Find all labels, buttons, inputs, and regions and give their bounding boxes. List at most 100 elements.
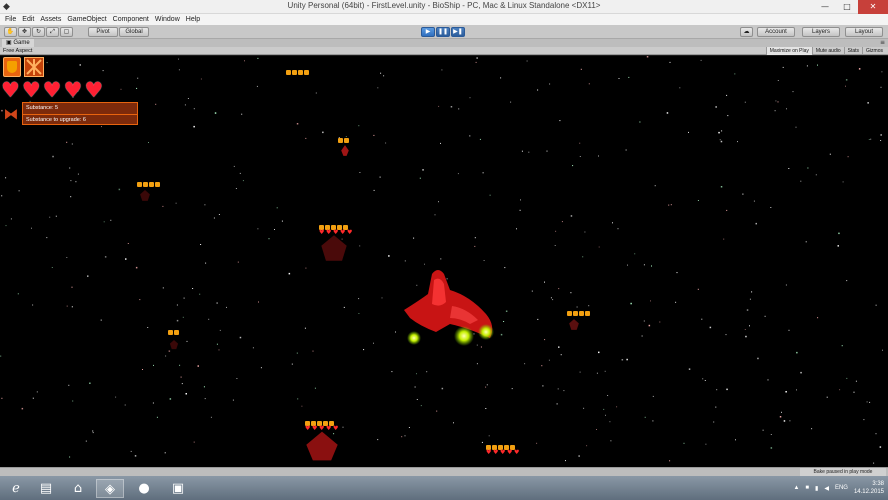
- firefox-icon[interactable]: ●: [130, 479, 158, 498]
- star: [764, 315, 766, 317]
- star: [746, 309, 749, 311]
- file-explorer-icon[interactable]: ▤: [32, 479, 60, 498]
- hand-tool-icon[interactable]: ✋: [4, 27, 17, 37]
- star: [256, 85, 258, 87]
- star: [725, 334, 727, 336]
- star: [866, 401, 868, 403]
- account-dropdown[interactable]: Account: [757, 27, 795, 37]
- home-icon[interactable]: ⌂: [64, 479, 92, 498]
- star: [162, 205, 164, 207]
- play-button[interactable]: ▶: [421, 27, 435, 37]
- menu-assets[interactable]: Assets: [37, 14, 64, 25]
- star: [10, 218, 12, 220]
- tray-arrow-icon[interactable]: ▲: [790, 485, 802, 491]
- star: [749, 325, 750, 327]
- star: [650, 300, 651, 302]
- star: [314, 387, 316, 389]
- star: [176, 319, 179, 322]
- star: [68, 384, 70, 386]
- minimize-button[interactable]: —: [814, 0, 836, 14]
- game-view-toolbar: Free Aspect Maximize on Play Mute audio …: [0, 47, 888, 55]
- game-tab-row: ▣ Game ≡: [0, 39, 888, 47]
- internet-explorer-icon[interactable]: ℯ: [2, 479, 30, 498]
- star: [586, 445, 588, 447]
- star: [118, 188, 121, 191]
- star: [373, 189, 375, 191]
- star: [199, 293, 201, 295]
- move-tool-icon[interactable]: ✥: [18, 27, 31, 37]
- star: [1, 397, 3, 399]
- star: [605, 414, 606, 416]
- gizmos-dropdown[interactable]: Gizmos: [862, 47, 886, 55]
- star: [483, 260, 485, 261]
- star: [70, 180, 72, 182]
- tab-menu-icon[interactable]: ≡: [880, 39, 885, 47]
- mute-audio-toggle[interactable]: Mute audio: [811, 47, 844, 55]
- rotate-tool-icon[interactable]: ↻: [32, 27, 45, 37]
- bake-status: Bake paused in play mode: [800, 468, 886, 476]
- star: [176, 304, 178, 306]
- unity-taskbar-icon[interactable]: ◈: [96, 479, 124, 498]
- pause-button[interactable]: ❚❚: [436, 27, 450, 37]
- star: [297, 398, 299, 400]
- star: [879, 446, 882, 448]
- global-toggle[interactable]: Global: [119, 27, 149, 37]
- star: [69, 167, 71, 169]
- star: [181, 383, 183, 385]
- layers-dropdown[interactable]: Layers: [802, 27, 840, 37]
- star: [742, 193, 744, 195]
- star: [880, 140, 882, 141]
- star: [125, 258, 127, 260]
- star: [781, 411, 782, 413]
- volume-icon[interactable]: ◀: [821, 485, 832, 492]
- pivot-toggle[interactable]: Pivot: [88, 27, 118, 37]
- star: [219, 329, 221, 331]
- tab-game[interactable]: ▣ Game: [2, 39, 34, 47]
- star: [777, 80, 779, 81]
- star: [305, 267, 307, 269]
- star: [634, 253, 636, 255]
- star: [204, 398, 206, 400]
- menu-file[interactable]: File: [2, 14, 19, 25]
- star: [204, 204, 206, 206]
- cloud-icon[interactable]: ☁: [740, 27, 753, 37]
- menu-component[interactable]: Component: [110, 14, 152, 25]
- star: [241, 113, 243, 115]
- upgrade-label: Substance to upgrade: 6: [23, 114, 137, 125]
- maximize-button[interactable]: □: [836, 0, 858, 14]
- menu-gameobject[interactable]: GameObject: [64, 14, 109, 25]
- language-indicator[interactable]: ENG: [832, 485, 851, 491]
- aspect-dropdown[interactable]: Free Aspect: [3, 47, 32, 55]
- star: [651, 265, 652, 267]
- layout-dropdown[interactable]: Layout: [845, 27, 883, 37]
- star: [734, 73, 736, 75]
- star: [679, 87, 681, 89]
- stats-toggle[interactable]: Stats: [843, 47, 862, 55]
- star: [276, 207, 278, 209]
- star: [557, 388, 559, 390]
- menu-edit[interactable]: Edit: [19, 14, 37, 25]
- tray-app-icon[interactable]: ■: [802, 485, 812, 491]
- star: [882, 349, 883, 351]
- star: [745, 335, 747, 338]
- rect-tool-icon[interactable]: ▢: [60, 27, 73, 37]
- star: [817, 317, 819, 319]
- star: [32, 397, 34, 399]
- game-view[interactable]: ♥ ♥ ♥ ♥ ♥ ⧓ Substance: 5 Substance to up…: [0, 56, 888, 467]
- visual-studio-icon[interactable]: ▣: [164, 479, 192, 498]
- step-button[interactable]: ▶❚: [451, 27, 465, 37]
- close-button[interactable]: ✕: [858, 0, 888, 14]
- star: [49, 216, 51, 218]
- network-icon[interactable]: ▮: [812, 485, 821, 492]
- star: [155, 103, 157, 105]
- scale-tool-icon[interactable]: ⤢: [46, 27, 59, 37]
- maximize-on-play-toggle[interactable]: Maximize on Play: [765, 47, 812, 55]
- star: [363, 349, 365, 351]
- star: [875, 304, 877, 306]
- clock[interactable]: 3:38 14.12.2015: [851, 480, 888, 496]
- menu-window[interactable]: Window: [152, 14, 183, 25]
- star: [744, 101, 746, 103]
- star: [715, 406, 717, 408]
- star: [666, 112, 669, 114]
- menu-help[interactable]: Help: [183, 14, 203, 25]
